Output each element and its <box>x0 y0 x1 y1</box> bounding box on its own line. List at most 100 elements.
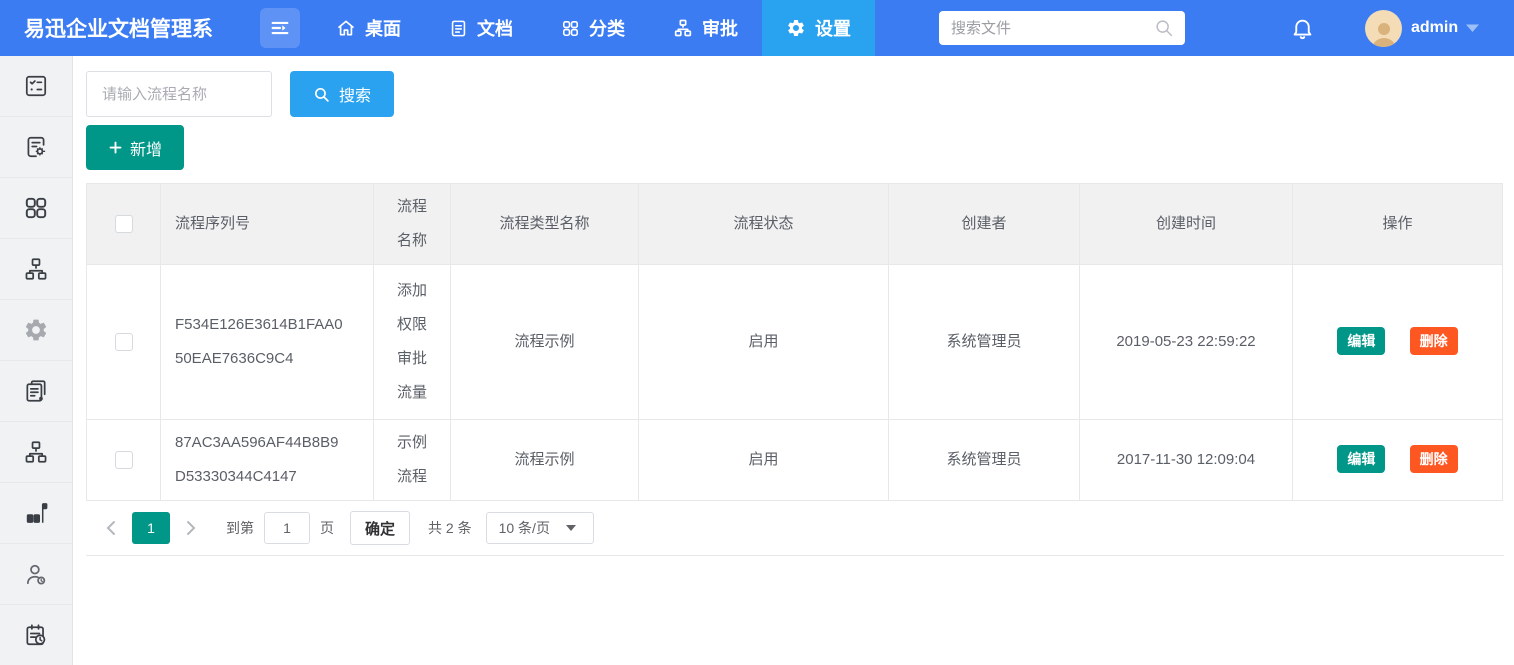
search-icon[interactable] <box>1153 17 1175 39</box>
sidebar-item-grid[interactable] <box>0 178 72 239</box>
column-header-created: 创建时间 <box>1080 184 1293 265</box>
sidebar-item-task-list[interactable] <box>0 56 72 117</box>
edit-button[interactable]: 编辑 <box>1337 445 1385 473</box>
cell-status: 启用 <box>639 420 889 501</box>
app-title: 易迅企业文档管理系 <box>24 13 236 43</box>
search-button[interactable]: 搜索 <box>290 71 394 117</box>
column-header-serial: 流程序列号 <box>161 184 374 265</box>
nav-label: 文档 <box>477 15 513 41</box>
cell-name: 示例流程 <box>374 420 451 501</box>
sidebar-item-document-settings[interactable] <box>0 117 72 178</box>
total-count-label: 共 2 条 <box>428 518 472 538</box>
pagination: 1 到第 页 确定 共 2 条 10 条/页 <box>86 501 1504 555</box>
menu-fold-icon <box>269 17 291 39</box>
nav-item-desktop[interactable]: 桌面 <box>312 0 425 56</box>
nav-item-approval[interactable]: 审批 <box>649 0 762 56</box>
page-size-select[interactable]: 10 条/页 <box>486 512 594 544</box>
approval-flow-icon <box>673 18 693 38</box>
delete-button[interactable]: 删除 <box>1410 445 1458 473</box>
task-list-icon <box>23 73 49 99</box>
nav-item-categories[interactable]: 分类 <box>537 0 649 56</box>
search-icon <box>313 86 330 103</box>
row-checkbox[interactable] <box>115 333 133 351</box>
gear-icon <box>23 317 49 343</box>
caret-down-icon <box>566 525 576 531</box>
goto-suffix-label: 页 <box>320 518 334 538</box>
grid-icon <box>23 195 49 221</box>
chevron-down-icon <box>1465 23 1480 33</box>
table-panel: 流程序列号 流程名称 流程类型名称 流程状态 创建者 创建时间 操作 F534E… <box>86 183 1504 556</box>
plus-icon <box>108 140 123 155</box>
top-nav: 桌面 文档 分类 <box>312 0 875 56</box>
confirm-page-button[interactable]: 确定 <box>350 511 410 545</box>
cell-creator: 系统管理员 <box>889 420 1080 501</box>
delete-button[interactable]: 删除 <box>1410 327 1458 355</box>
nav-label: 设置 <box>815 15 851 41</box>
column-header-creator: 创建者 <box>889 184 1080 265</box>
goto-prefix-label: 到第 <box>226 518 254 538</box>
cell-serial: 87AC3AA596AF44B8B9D53330344C4147 <box>161 420 374 501</box>
table-row: 87AC3AA596AF44B8B9D53330344C4147 示例流程 流程… <box>87 420 1503 501</box>
document-icon <box>449 19 468 38</box>
cell-type: 流程示例 <box>451 265 639 420</box>
username: admin <box>1411 19 1458 37</box>
cell-created: 2019-05-23 22:59:22 <box>1080 265 1293 420</box>
nav-label: 桌面 <box>365 15 401 41</box>
top-navbar: 易迅企业文档管理系 桌面 <box>0 0 1514 56</box>
cell-type: 流程示例 <box>451 420 639 501</box>
org-chart-icon <box>23 439 49 465</box>
column-header-status: 流程状态 <box>639 184 889 265</box>
row-checkbox[interactable] <box>115 451 133 469</box>
search-button-label: 搜索 <box>339 82 371 106</box>
notification-bell-button[interactable] <box>1287 13 1317 43</box>
sidebar-item-statistics[interactable] <box>0 483 72 544</box>
avatar <box>1365 10 1402 47</box>
bell-icon <box>1290 16 1315 41</box>
next-page-button[interactable] <box>178 512 204 544</box>
select-all-checkbox[interactable] <box>115 215 133 233</box>
page-number-button[interactable]: 1 <box>132 512 170 544</box>
category-grid-icon <box>561 19 580 38</box>
page-size-value: 10 条/页 <box>499 518 550 538</box>
sidebar-item-user[interactable] <box>0 544 72 605</box>
column-header-actions: 操作 <box>1293 184 1503 265</box>
sidebar-item-settings[interactable] <box>0 300 72 361</box>
sidebar-item-org-chart[interactable] <box>0 239 72 300</box>
app-window: 易迅企业文档管理系 桌面 <box>0 0 1514 665</box>
table-header-row: 流程序列号 流程名称 流程类型名称 流程状态 创建者 创建时间 操作 <box>87 184 1503 265</box>
process-name-input[interactable] <box>86 71 272 117</box>
file-search-box <box>939 11 1185 45</box>
goto-page-input[interactable] <box>264 512 310 544</box>
nav-label: 分类 <box>589 15 625 41</box>
main-content: 搜索 新增 流程序列号 流程名称 <box>73 56 1514 665</box>
document-copy-icon <box>23 378 49 404</box>
clipboard-clock-icon <box>23 622 49 648</box>
nav-label: 审批 <box>702 15 738 41</box>
nav-item-documents[interactable]: 文档 <box>425 0 537 56</box>
menu-collapse-button[interactable] <box>260 8 300 48</box>
sidebar-item-org-chart-2[interactable] <box>0 422 72 483</box>
home-icon <box>336 18 356 38</box>
bar-chart-flag-icon <box>23 500 49 526</box>
add-button-label: 新增 <box>130 136 162 160</box>
cell-status: 启用 <box>639 265 889 420</box>
file-search-input[interactable] <box>939 11 1185 45</box>
gear-icon <box>786 18 806 38</box>
filter-toolbar: 搜索 <box>86 71 1504 117</box>
column-header-name: 流程名称 <box>374 184 451 265</box>
cell-name: 添加权限审批流量 <box>374 265 451 420</box>
process-table: 流程序列号 流程名称 流程类型名称 流程状态 创建者 创建时间 操作 F534E… <box>86 183 1503 501</box>
edit-button[interactable]: 编辑 <box>1337 327 1385 355</box>
column-header-type: 流程类型名称 <box>451 184 639 265</box>
user-menu[interactable]: admin <box>1365 10 1480 47</box>
sidebar <box>0 56 73 665</box>
sidebar-item-document-copy[interactable] <box>0 361 72 422</box>
document-settings-icon <box>23 134 49 160</box>
cell-creator: 系统管理员 <box>889 265 1080 420</box>
add-button[interactable]: 新增 <box>86 125 184 170</box>
sidebar-item-schedule[interactable] <box>0 605 72 665</box>
prev-page-button[interactable] <box>98 512 124 544</box>
table-row: F534E126E3614B1FAA050EAE7636C9C4 添加权限审批流… <box>87 265 1503 420</box>
nav-item-settings[interactable]: 设置 <box>762 0 875 56</box>
org-chart-icon <box>23 256 49 282</box>
